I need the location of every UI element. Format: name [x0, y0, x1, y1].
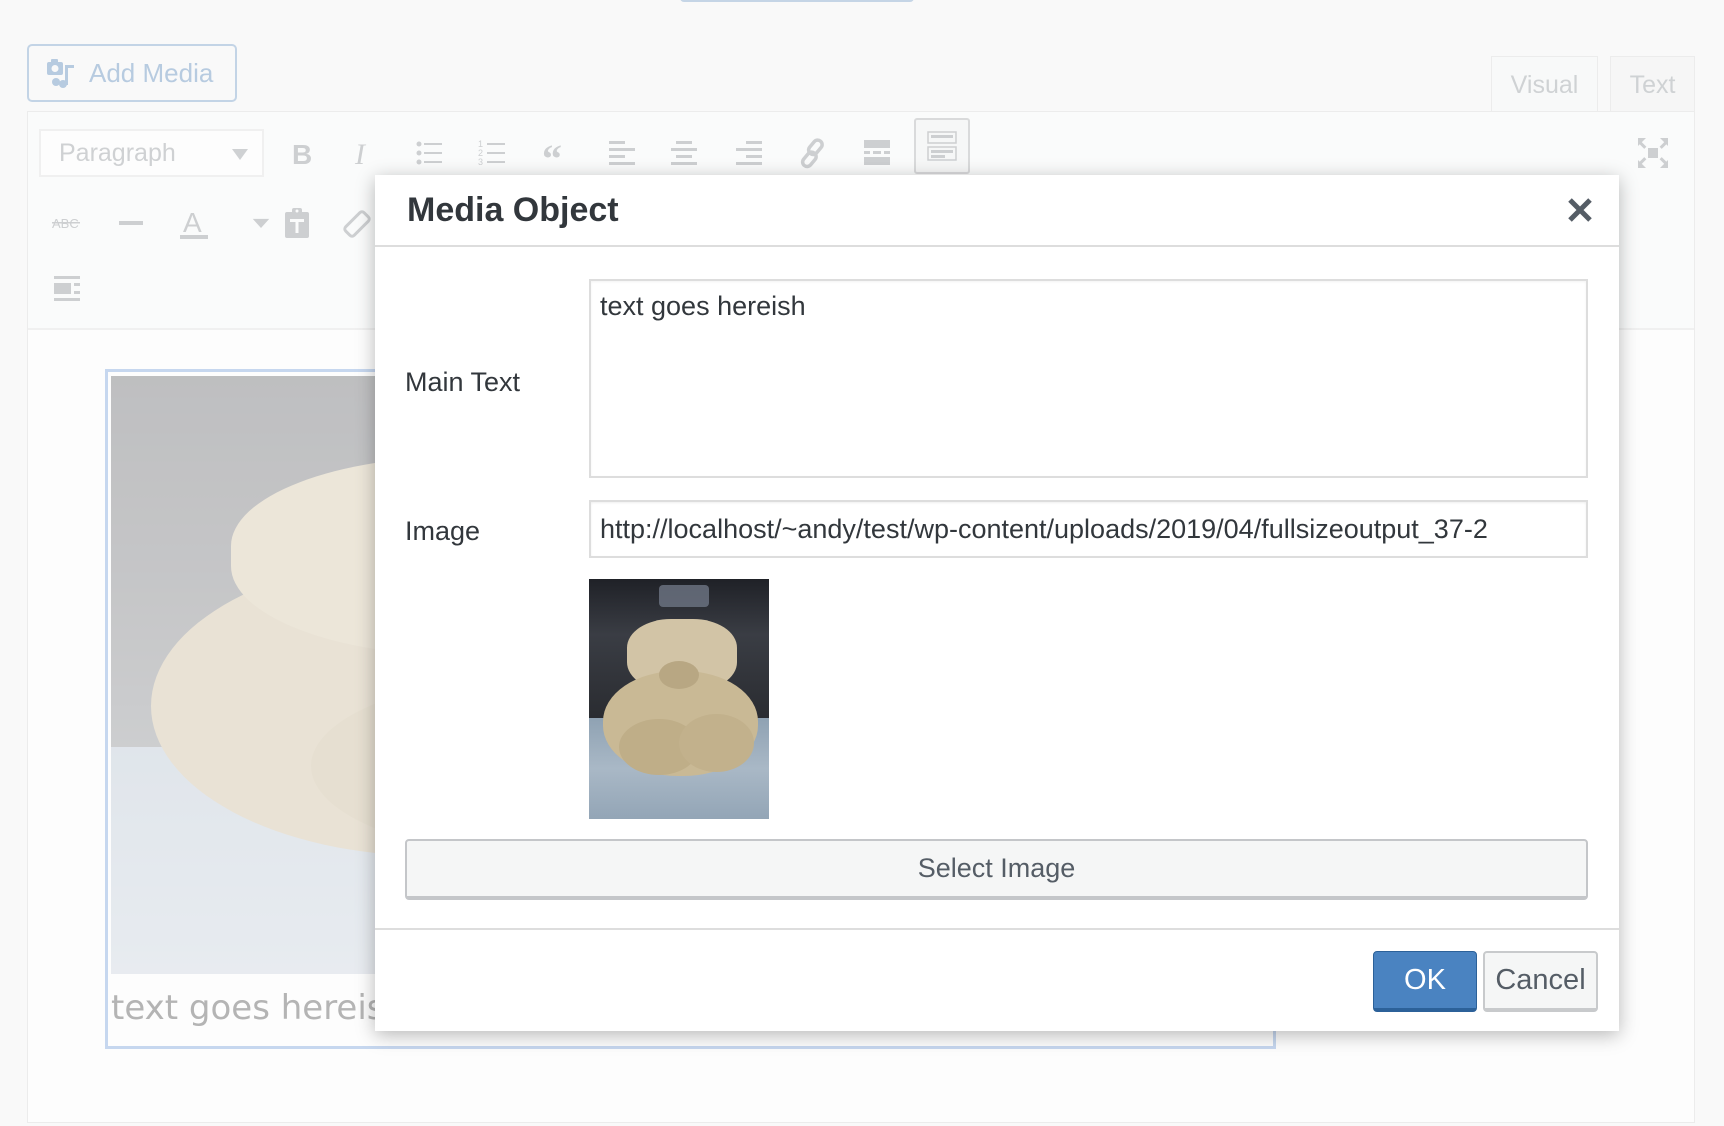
text-color-button[interactable]: A: [172, 201, 216, 245]
bulleted-list-icon: [416, 141, 442, 165]
horizontal-line-button[interactable]: [109, 201, 153, 245]
image-preview: [589, 579, 769, 819]
fullscreen-icon: [1638, 138, 1668, 168]
dialog-footer-divider: [375, 928, 1619, 930]
toolbar-toggle-icon: [927, 131, 957, 161]
select-image-button[interactable]: Select Image: [405, 839, 1588, 900]
italic-button[interactable]: I: [342, 131, 386, 175]
dialog-header: Media Object: [375, 175, 1619, 247]
close-button[interactable]: [1563, 193, 1597, 227]
media-object-caption: text goes hereish: [111, 988, 407, 1028]
bold-icon: B: [292, 139, 312, 170]
align-left-button[interactable]: [600, 131, 644, 175]
format-select-value: Paragraph: [59, 138, 176, 167]
read-more-button[interactable]: [855, 131, 899, 175]
read-more-icon: [864, 140, 890, 165]
bulleted-list-button[interactable]: [408, 131, 452, 175]
image-url-input[interactable]: [589, 500, 1588, 558]
fullscreen-button[interactable]: [1631, 131, 1675, 175]
strikethrough-icon: ABC: [52, 216, 80, 231]
toolbar-toggle-button[interactable]: [914, 118, 970, 174]
blockquote-icon: “: [542, 136, 562, 170]
svg-text:B: B: [292, 139, 312, 170]
main-text-textarea[interactable]: text goes hereish: [589, 279, 1588, 478]
link-icon: [800, 138, 824, 169]
numbered-list-button[interactable]: 123: [471, 131, 515, 175]
partial-button-top: [680, 0, 914, 2]
svg-text:I: I: [354, 138, 367, 170]
media-object-button[interactable]: [45, 267, 89, 311]
add-media-icon: [47, 59, 74, 88]
tab-text[interactable]: Text: [1610, 56, 1695, 113]
align-center-button[interactable]: [662, 131, 706, 175]
chevron-down-icon: [232, 149, 248, 160]
media-object-icon: [54, 276, 80, 301]
svg-text:“: “: [542, 136, 562, 170]
add-media-label: Add Media: [89, 57, 214, 88]
align-left-icon: [609, 141, 635, 165]
horizontal-line-icon: [119, 221, 143, 225]
svg-text:3: 3: [478, 157, 483, 167]
paste-as-text-button[interactable]: [275, 201, 319, 245]
link-button[interactable]: [791, 131, 835, 175]
align-right-icon: [736, 141, 762, 165]
blockquote-button[interactable]: “: [535, 131, 579, 175]
chevron-down-icon: [252, 218, 270, 228]
close-icon: [1568, 198, 1592, 222]
text-color-dropdown[interactable]: [247, 201, 275, 245]
paste-as-text-icon: [285, 208, 309, 238]
dialog-title: Media Object: [407, 191, 619, 229]
numbered-list-icon: 123: [478, 139, 505, 167]
image-label: Image: [405, 516, 481, 546]
bold-button[interactable]: B: [279, 131, 323, 175]
strikethrough-button[interactable]: ABC: [45, 201, 89, 245]
ok-button[interactable]: OK: [1373, 951, 1477, 1012]
add-media-button[interactable]: Add Media: [27, 44, 237, 102]
main-text-label: Main Text: [405, 367, 521, 397]
media-object-dialog: Media Object Main Text text goes hereish…: [375, 175, 1619, 1031]
italic-icon: I: [354, 138, 367, 170]
format-select[interactable]: Paragraph: [39, 129, 264, 177]
text-color-icon: A: [180, 207, 208, 239]
clear-formatting-icon: [343, 210, 371, 238]
align-center-icon: [671, 141, 697, 165]
align-right-button[interactable]: [727, 131, 771, 175]
cancel-button[interactable]: Cancel: [1483, 951, 1598, 1012]
tab-visual[interactable]: Visual: [1491, 56, 1598, 113]
svg-text:A: A: [183, 207, 202, 238]
